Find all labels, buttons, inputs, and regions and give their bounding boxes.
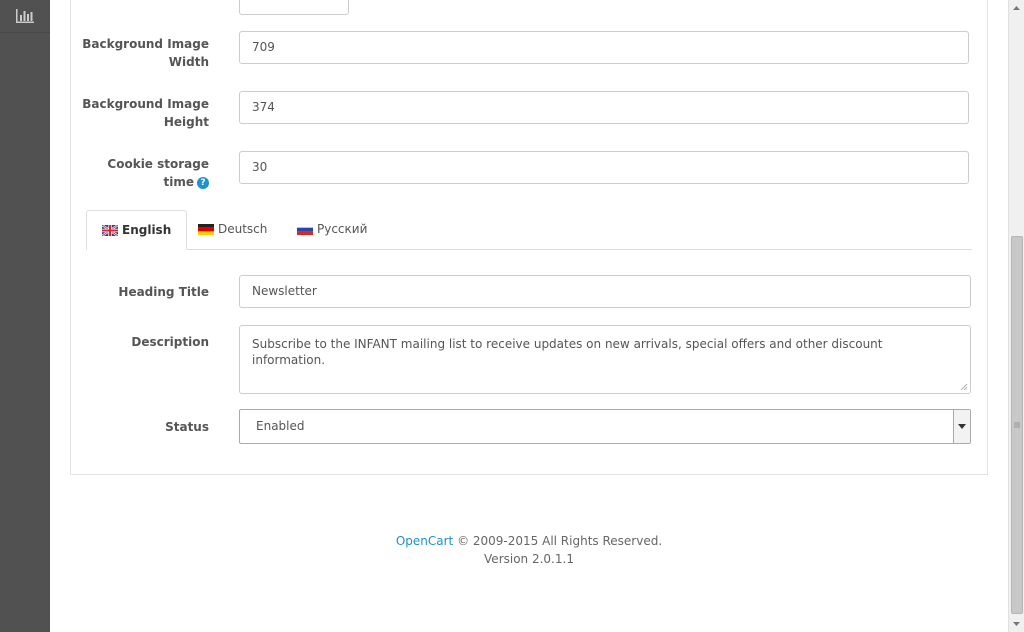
heading-title-label: Heading Title bbox=[118, 285, 209, 299]
cookie-time-label: Cookie storage time? bbox=[79, 155, 209, 191]
caret-down-icon bbox=[958, 424, 966, 429]
footer: OpenCart © 2009-2015 All Rights Reserved… bbox=[50, 532, 1008, 568]
description-textarea[interactable]: Subscribe to the INFANT mailing list to … bbox=[239, 325, 971, 394]
select-dropdown-button[interactable] bbox=[953, 410, 970, 443]
heading-title-input[interactable]: Newsletter bbox=[239, 275, 971, 308]
scrollbar-thumb[interactable] bbox=[1011, 236, 1023, 614]
resize-handle-icon[interactable] bbox=[960, 383, 968, 391]
copyright-text: © 2009-2015 All Rights Reserved. bbox=[453, 534, 663, 548]
cookie-time-label-text: Cookie storage time bbox=[107, 157, 209, 189]
scroll-up-arrow[interactable] bbox=[1009, 0, 1024, 16]
module-form-panel: Background Image Width 709 Background Im… bbox=[70, 0, 988, 475]
scroll-down-arrow[interactable] bbox=[1009, 616, 1024, 632]
status-select[interactable]: Enabled bbox=[239, 409, 971, 444]
arrow-down-icon bbox=[1013, 622, 1020, 626]
version-text: Version 2.0.1.1 bbox=[484, 552, 574, 566]
opencart-link[interactable]: OpenCart bbox=[396, 534, 453, 548]
tab-deutsch-label: Deutsch bbox=[218, 222, 268, 236]
question-circle-icon[interactable]: ? bbox=[197, 177, 209, 189]
status-selected-value: Enabled bbox=[256, 419, 305, 433]
language-tabs: English Deutsch Русский bbox=[86, 210, 972, 250]
copyright-line: OpenCart © 2009-2015 All Rights Reserved… bbox=[50, 532, 1008, 550]
vertical-scrollbar[interactable] bbox=[1008, 0, 1024, 632]
bg-height-label: Background Image Height bbox=[82, 97, 209, 129]
tab-english[interactable]: English bbox=[86, 210, 188, 250]
status-label: Status bbox=[165, 420, 209, 434]
tab-russian[interactable]: Русский bbox=[282, 210, 382, 248]
tab-russian-label: Русский bbox=[317, 222, 368, 236]
flag-de-icon bbox=[198, 223, 214, 235]
description-text: Subscribe to the INFANT mailing list to … bbox=[252, 337, 883, 367]
bg-height-input[interactable]: 374 bbox=[239, 91, 969, 124]
description-label: Description bbox=[131, 335, 209, 349]
flag-gb-icon bbox=[102, 224, 118, 236]
previous-input-field[interactable] bbox=[239, 0, 349, 15]
arrow-up-icon bbox=[1013, 6, 1020, 10]
cookie-time-input[interactable]: 30 bbox=[239, 151, 969, 184]
bg-width-label: Background Image Width bbox=[82, 37, 209, 69]
tab-deutsch[interactable]: Deutsch bbox=[183, 210, 282, 248]
main-content: Background Image Width 709 Background Im… bbox=[50, 0, 1008, 632]
bg-width-input[interactable]: 709 bbox=[239, 31, 969, 64]
bar-chart-icon bbox=[16, 9, 34, 23]
grip-icon bbox=[1014, 422, 1020, 428]
sidebar bbox=[0, 0, 50, 632]
flag-ru-icon bbox=[297, 223, 313, 235]
reports-nav-button[interactable] bbox=[0, 0, 50, 33]
tab-english-label: English bbox=[122, 223, 172, 237]
